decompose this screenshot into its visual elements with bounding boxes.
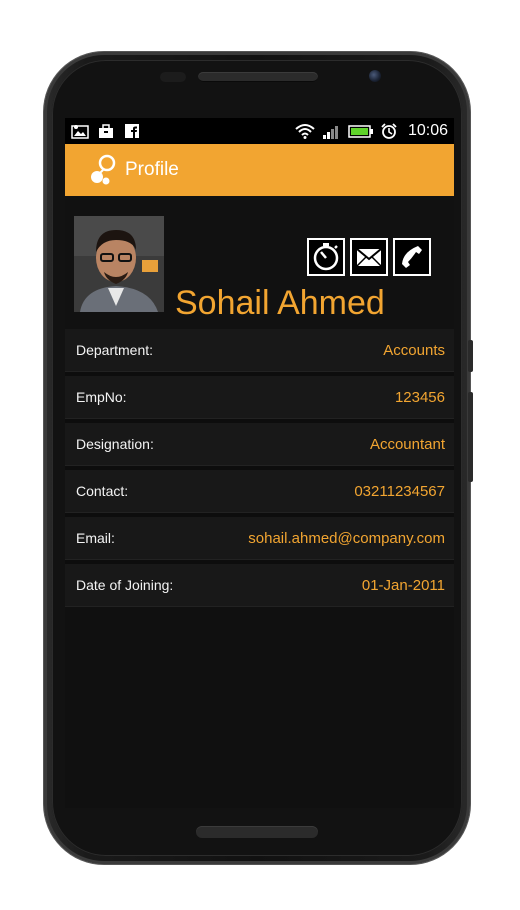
detail-row-empno: EmpNo: 123456 [65,376,454,419]
page-title: Profile [125,159,179,180]
timer-button[interactable] [307,238,345,276]
profile-name: Sohail Ahmed [175,284,385,322]
detail-value: 01-Jan-2011 [361,576,445,594]
detail-value: Accounts [383,341,445,359]
profile-header: Sohail Ahmed [65,196,454,329]
avatar [74,216,164,312]
status-time: 10:06 [407,122,448,139]
detail-value[interactable]: 03211234567 [354,483,445,500]
email-button[interactable] [350,238,388,276]
app-logo-icon[interactable] [89,153,119,187]
detail-label: Date of Joining: [76,577,174,593]
detail-label: EmpNo: [76,389,127,405]
email-icon [356,248,382,267]
detail-label: Email: [76,530,115,546]
photo-notification-icon [71,125,89,139]
wifi-icon [295,124,315,139]
detail-row-designation: Designation: Accountant [65,423,454,466]
status-bar: 10:06 [65,118,454,144]
proximity-sensor [160,72,186,82]
phone-icon [402,246,422,268]
phone-button[interactable] [393,238,431,276]
contact-actions [307,238,431,276]
detail-row-date-of-joining: Date of Joining: 01-Jan-2011 [65,564,454,607]
detail-row-department: Department: Accounts [65,329,454,372]
front-camera [369,70,381,82]
detail-label: Contact: [76,483,129,499]
briefcase-notification-icon [99,124,113,138]
detail-row-contact[interactable]: Contact: 03211234567 [65,470,454,513]
detail-label: Designation: [76,436,154,452]
action-bar: Profile [65,144,454,196]
detail-value: 123456 [394,388,445,406]
timer-icon [313,243,339,271]
alarm-icon [381,123,397,139]
facebook-icon [125,124,139,138]
battery-icon [348,125,373,138]
profile-photo [74,216,164,312]
detail-label: Department: [76,342,154,358]
detail-row-email[interactable]: Email: sohail.ahmed@company.com [65,517,454,560]
earpiece-speaker [198,72,318,82]
detail-value: Accountant [369,435,445,453]
screen: 10:06 Profile Sohail Ahmed Department: A… [65,118,454,808]
signal-icon [322,126,338,139]
power-button[interactable] [468,340,473,372]
details-list: Department: Accounts EmpNo: 123456 Desig… [65,329,454,607]
detail-value[interactable]: sohail.ahmed@company.com [248,530,445,547]
bottom-speaker [196,826,318,838]
volume-button[interactable] [468,392,473,482]
